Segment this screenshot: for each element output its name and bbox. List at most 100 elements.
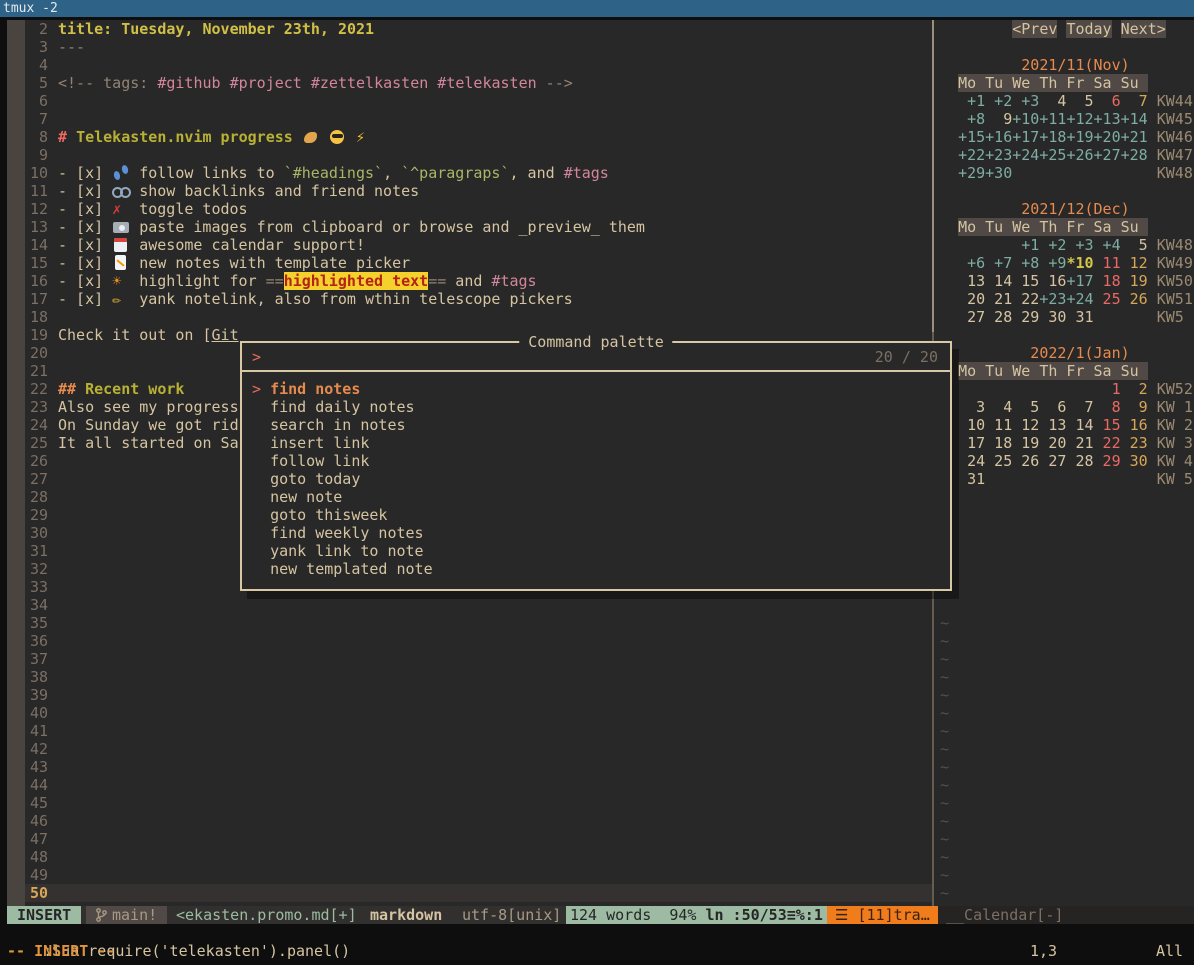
palette-item-goto-thisweek[interactable]: goto thisweek — [252, 506, 940, 524]
calendar-day[interactable]: 28 — [985, 308, 1012, 326]
calendar-day[interactable]: 21 — [985, 290, 1012, 308]
calendar-day[interactable]: 23 — [1121, 434, 1148, 452]
calendar-day[interactable]: 24 — [958, 452, 985, 470]
editor-line-49[interactable]: 49 — [25, 866, 932, 884]
calendar-day[interactable]: 16 — [1121, 416, 1148, 434]
calendar-day[interactable]: 15 — [1012, 272, 1039, 290]
calendar-prev-button[interactable]: <Prev — [1012, 20, 1057, 38]
palette-item-find-weekly-notes[interactable]: find weekly notes — [252, 524, 940, 542]
calendar-day[interactable]: 27 — [958, 308, 985, 326]
calendar-day[interactable] — [985, 380, 1012, 398]
palette-item-new-note[interactable]: new note — [252, 488, 940, 506]
editor-line-2[interactable]: 2title: Tuesday, November 23th, 2021 — [25, 20, 932, 38]
editor-line-38[interactable]: 38 — [25, 668, 932, 686]
calendar-day[interactable] — [985, 236, 1012, 254]
calendar-day[interactable] — [1012, 164, 1039, 182]
calendar-day[interactable]: +8 — [958, 110, 985, 128]
calendar-day[interactable] — [985, 470, 1012, 488]
calendar-day[interactable]: +17 — [1066, 272, 1093, 290]
editor-line-43[interactable]: 43 — [25, 758, 932, 776]
palette-item-goto-today[interactable]: goto today — [252, 470, 940, 488]
calendar-day[interactable]: +24 — [1012, 146, 1039, 164]
calendar-today-button[interactable]: Today — [1066, 20, 1111, 38]
calendar-day[interactable]: 26 — [1012, 452, 1039, 470]
calendar-day[interactable]: +4 — [1094, 236, 1121, 254]
calendar-day[interactable]: +17 — [1012, 128, 1039, 146]
calendar-day[interactable]: 14 — [1066, 416, 1093, 434]
calendar-day[interactable]: 6 — [1039, 398, 1066, 416]
calendar-day[interactable] — [1121, 308, 1148, 326]
calendar-day[interactable]: 31 — [958, 470, 985, 488]
editor-line-48[interactable]: 48 — [25, 848, 932, 866]
calendar-day[interactable] — [1039, 380, 1066, 398]
calendar-day[interactable]: +12 — [1066, 110, 1093, 128]
calendar-day[interactable]: +22 — [958, 146, 985, 164]
calendar-day[interactable]: +1 — [1012, 236, 1039, 254]
calendar-day[interactable] — [1094, 470, 1121, 488]
calendar-day[interactable]: *10 — [1066, 254, 1093, 272]
palette-item-find-daily-notes[interactable]: find daily notes — [252, 398, 940, 416]
calendar-day[interactable]: 25 — [1094, 290, 1121, 308]
calendar-day[interactable]: +2 — [985, 92, 1012, 110]
calendar-day[interactable]: 7 — [1121, 92, 1148, 110]
calendar-day[interactable] — [958, 380, 985, 398]
calendar-day[interactable]: 28 — [1066, 452, 1093, 470]
calendar-day[interactable]: 11 — [1094, 254, 1121, 272]
calendar-day[interactable]: 5 — [1121, 236, 1148, 254]
calendar-day[interactable]: 17 — [958, 434, 985, 452]
calendar-day[interactable]: +16 — [985, 128, 1012, 146]
calendar-day[interactable]: 9 — [985, 110, 1012, 128]
calendar-day[interactable]: 15 — [1094, 416, 1121, 434]
calendar-day[interactable]: 16 — [1039, 272, 1066, 290]
calendar-day[interactable]: 27 — [1039, 452, 1066, 470]
editor-line-12[interactable]: 12- [x] ✗ toggle todos — [25, 200, 932, 218]
calendar-day[interactable]: +29 — [958, 164, 985, 182]
calendar-day[interactable]: 4 — [985, 398, 1012, 416]
calendar-day[interactable]: +7 — [985, 254, 1012, 272]
editor-line-7[interactable]: 7 — [25, 110, 932, 128]
calendar-day[interactable]: 8 — [1094, 398, 1121, 416]
calendar-day[interactable]: +13 — [1094, 110, 1121, 128]
calendar-day[interactable]: +27 — [1094, 146, 1121, 164]
editor-line-45[interactable]: 45 — [25, 794, 932, 812]
palette-item-new-templated-note[interactable]: new templated note — [252, 560, 940, 578]
calendar-day[interactable]: +10 — [1012, 110, 1039, 128]
calendar-day[interactable]: +1 — [958, 92, 985, 110]
editor-line-17[interactable]: 17- [x] ✏ yank notelink, also from wthin… — [25, 290, 932, 308]
editor-line-14[interactable]: 14- [x] awesome calendar support! — [25, 236, 932, 254]
palette-item-yank-link-to-note[interactable]: yank link to note — [252, 542, 940, 560]
editor-line-5[interactable]: 5<!-- tags: #github #project #zettelkast… — [25, 74, 932, 92]
editor-line-36[interactable]: 36 — [25, 632, 932, 650]
calendar-day[interactable]: +8 — [1012, 254, 1039, 272]
calendar-day[interactable]: 29 — [1012, 308, 1039, 326]
calendar-day[interactable]: 4 — [1039, 92, 1066, 110]
calendar-day[interactable]: +23 — [1039, 290, 1066, 308]
editor-line-47[interactable]: 47 — [25, 830, 932, 848]
calendar-day[interactable]: +24 — [1066, 290, 1093, 308]
editor-line-34[interactable]: 34 — [25, 596, 932, 614]
calendar-day[interactable]: 29 — [1094, 452, 1121, 470]
editor-line-10[interactable]: 10- [x] follow links to `#headings`, `^p… — [25, 164, 932, 182]
calendar-day[interactable]: 30 — [1039, 308, 1066, 326]
calendar-day[interactable]: +28 — [1121, 146, 1148, 164]
calendar-day[interactable] — [1121, 470, 1148, 488]
editor-line-44[interactable]: 44 — [25, 776, 932, 794]
editor-line-46[interactable]: 46 — [25, 812, 932, 830]
calendar-day[interactable]: +3 — [1066, 236, 1093, 254]
editor-line-4[interactable]: 4 — [25, 56, 932, 74]
calendar-day[interactable]: 31 — [1066, 308, 1093, 326]
calendar-day[interactable]: 1 — [1094, 380, 1121, 398]
calendar-day[interactable]: +23 — [985, 146, 1012, 164]
calendar-day[interactable] — [1121, 164, 1148, 182]
calendar-day[interactable]: 22 — [1012, 290, 1039, 308]
calendar-day[interactable]: 12 — [1121, 254, 1148, 272]
editor-line-18[interactable]: 18 — [25, 308, 932, 326]
calendar-day[interactable]: 13 — [958, 272, 985, 290]
calendar-day[interactable]: 5 — [1012, 398, 1039, 416]
calendar-day[interactable]: 5 — [1066, 92, 1093, 110]
calendar-day[interactable]: 19 — [1012, 434, 1039, 452]
editor-line-37[interactable]: 37 — [25, 650, 932, 668]
editor-line-13[interactable]: 13- [x] paste images from clipboard or b… — [25, 218, 932, 236]
calendar-day[interactable]: +26 — [1066, 146, 1093, 164]
editor-line-39[interactable]: 39 — [25, 686, 932, 704]
